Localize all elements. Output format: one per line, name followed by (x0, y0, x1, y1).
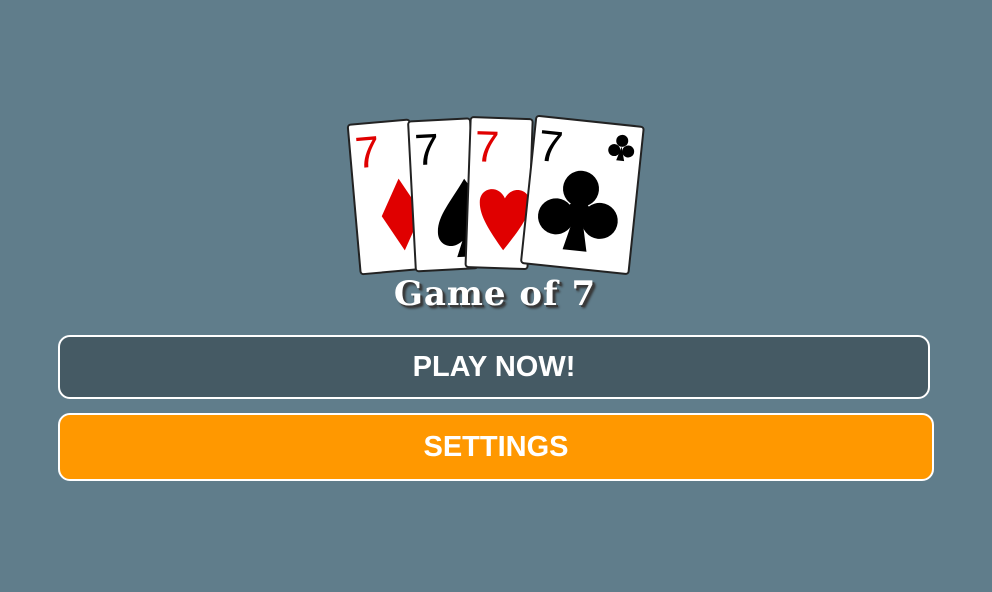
card-rank: 7 (536, 121, 565, 172)
card-rank: 7 (474, 122, 500, 172)
card-rank: 7 (353, 127, 382, 178)
settings-button[interactable]: SETTINGS (58, 413, 934, 481)
card-seven-clubs: 7 (520, 115, 645, 275)
game-title: Game of 7 (393, 274, 597, 314)
game-logo: 7 7 7 7 Game of 7 (340, 108, 650, 323)
card-rank: 7 (413, 125, 440, 175)
play-now-button[interactable]: PLAY NOW! (58, 335, 930, 399)
cards-fan: 7 7 7 7 (346, 115, 645, 276)
